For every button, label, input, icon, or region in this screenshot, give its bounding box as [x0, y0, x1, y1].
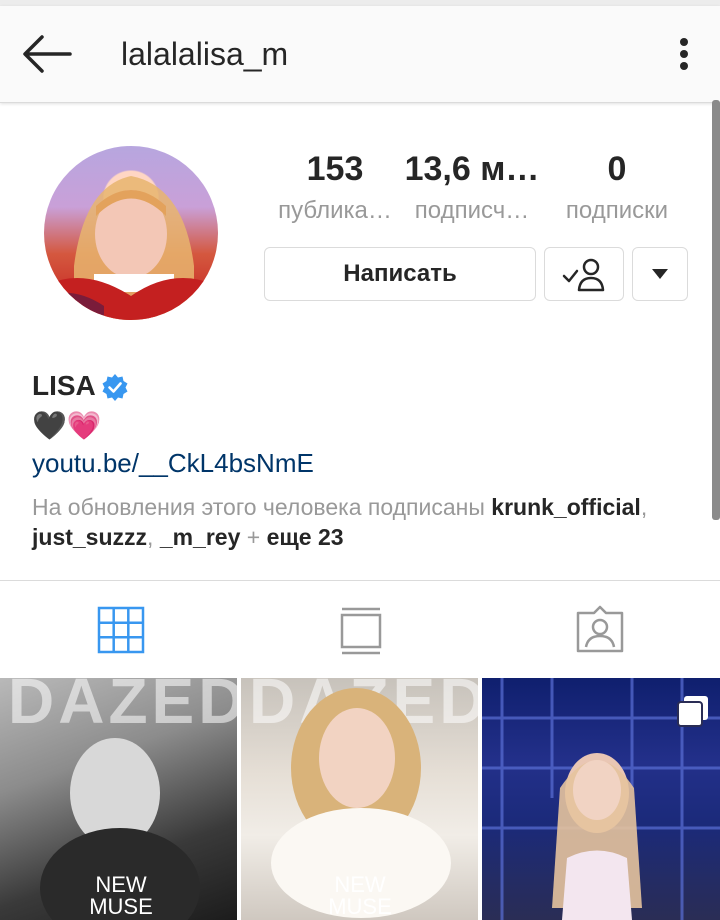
verified-badge-icon: [102, 374, 128, 401]
profile-avatar[interactable]: [44, 146, 218, 320]
posts-label: публика…: [278, 197, 392, 224]
cover-text-line: MUSE: [89, 894, 153, 919]
following-status-button[interactable]: [544, 247, 624, 301]
profile-link[interactable]: youtu.be/__CkL4bsNmE: [32, 448, 314, 479]
separator: +: [240, 524, 267, 550]
tab-grid[interactable]: [96, 605, 146, 655]
avatar-photo: [44, 176, 218, 320]
scrollbar[interactable]: [712, 100, 720, 520]
follower-link-suzzz[interactable]: just_suzzz: [32, 524, 147, 550]
cover-text-line: MUSE: [328, 894, 392, 919]
followers-count: 13,6 м…: [404, 150, 540, 188]
profile-tabs: [0, 580, 720, 677]
followers-more-link[interactable]: еще 23: [267, 524, 344, 550]
profile-username: lalalalisa_m: [121, 36, 289, 72]
follower-link-mrey[interactable]: _m_rey: [160, 524, 241, 550]
posts-count: 153: [306, 150, 364, 188]
following-stat[interactable]: 0 подписки: [547, 150, 687, 225]
profile-name: LISA: [32, 370, 96, 401]
follower-link-krunk[interactable]: krunk_official: [491, 494, 641, 520]
post-thumbnail[interactable]: DAZED NEW MUSE: [0, 678, 237, 920]
grid-icon: [97, 606, 145, 654]
following-count: 0: [607, 150, 627, 188]
back-button[interactable]: [18, 30, 76, 78]
suggestions-dropdown-button[interactable]: [632, 247, 688, 301]
top-bar: lalalalisa_m: [0, 6, 720, 103]
magazine-masthead: DAZED: [8, 678, 237, 737]
tagged-icon: [576, 605, 624, 653]
followers-stat[interactable]: 13,6 м… подписч…: [402, 150, 542, 225]
followed-by-prefix: На обновления этого человека подписаны: [32, 494, 492, 520]
following-label: подписки: [565, 197, 669, 224]
photo-subject: [319, 708, 395, 808]
separator: ,: [147, 524, 160, 550]
posts-stat[interactable]: 153 публика…: [265, 150, 405, 225]
cover-text: NEW MUSE: [325, 874, 395, 918]
followers-label: подписч…: [414, 197, 530, 224]
multiple-photos-icon: [677, 696, 708, 727]
feed-icon: [340, 607, 382, 655]
post-thumbnail[interactable]: DAZED NEW MUSE: [241, 678, 478, 920]
back-arrow-icon: [23, 35, 72, 73]
message-button[interactable]: Написать: [264, 247, 536, 301]
profile-bio: 🖤💗: [32, 410, 102, 441]
post-thumbnail[interactable]: [482, 678, 720, 920]
separator: ,: [640, 494, 648, 520]
tab-feed[interactable]: [336, 605, 386, 655]
cover-text: NEW MUSE: [86, 874, 156, 918]
tab-tagged[interactable]: [574, 605, 624, 655]
user-check-icon: [562, 258, 605, 292]
followed-by-text: На обновления этого человека подписаны k…: [32, 492, 692, 552]
caret-down-icon: [652, 269, 668, 279]
more-vertical-icon: [680, 38, 688, 70]
more-options-button[interactable]: [664, 30, 704, 78]
